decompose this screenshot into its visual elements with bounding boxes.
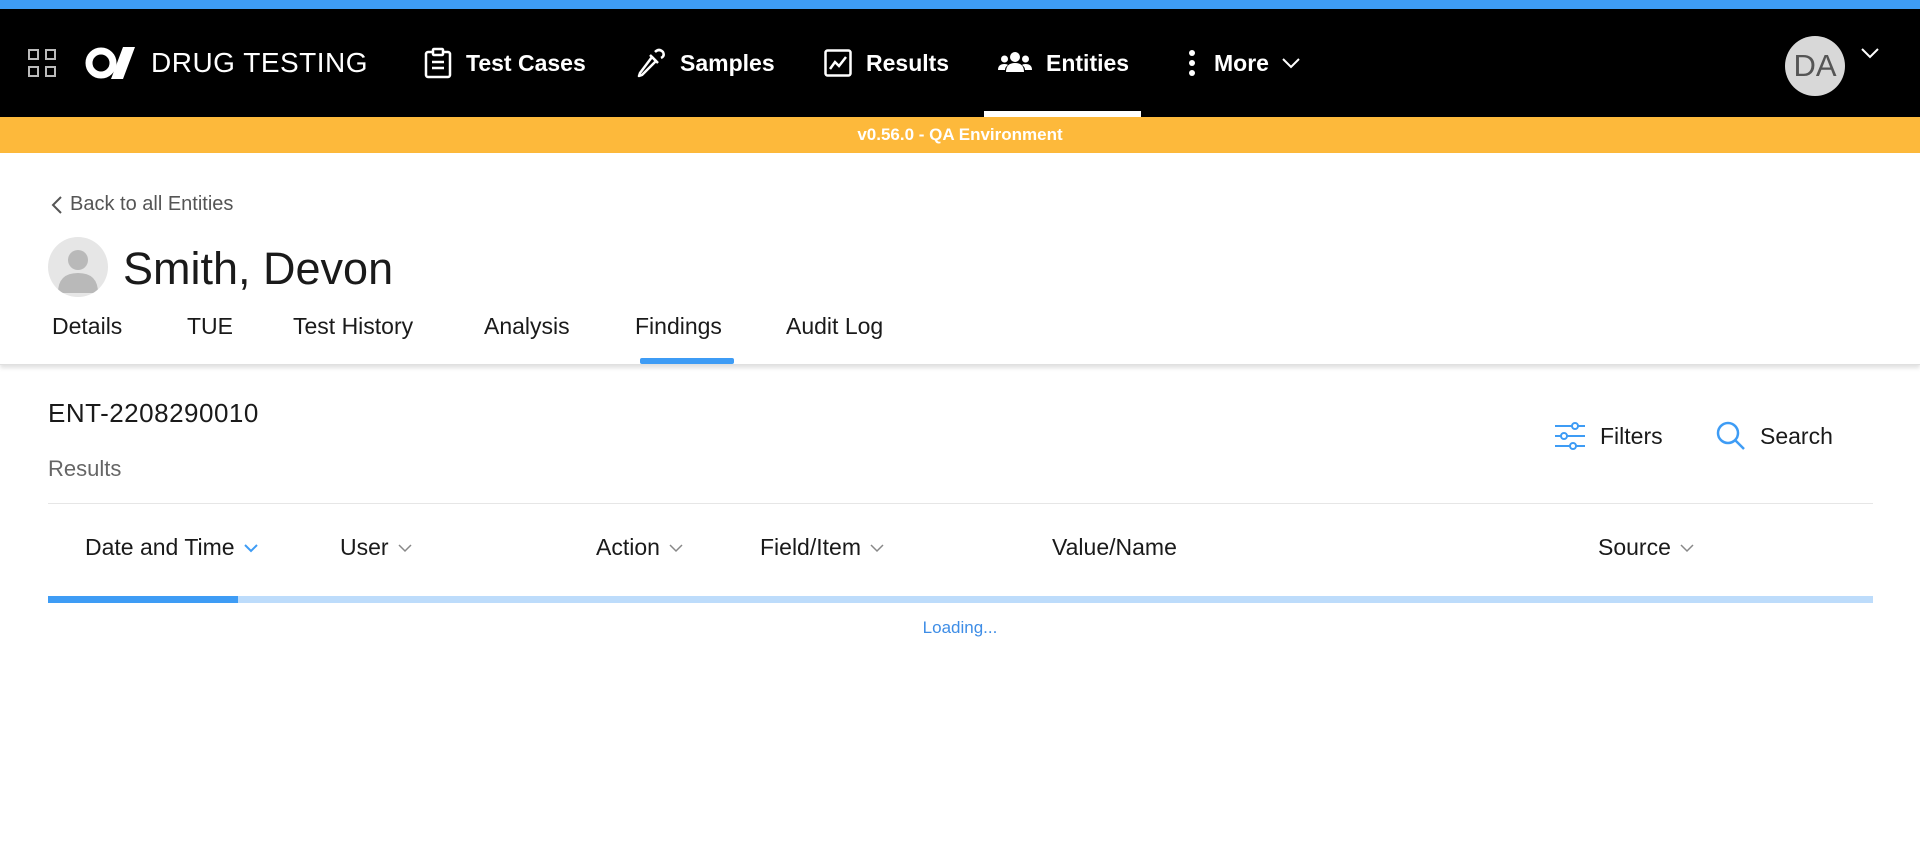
nav-label: More [1214, 49, 1269, 76]
logo-mark-icon [85, 47, 135, 79]
chevron-left-icon [51, 195, 62, 214]
tab-analysis[interactable]: Analysis [484, 313, 570, 340]
nav-label: Entities [1046, 49, 1130, 76]
filters-icon [1555, 422, 1585, 450]
pipette-icon [637, 48, 665, 78]
apps-grid-icon[interactable] [28, 49, 56, 77]
entity-name: Smith, Devon [123, 243, 394, 294]
nav-label: Results [866, 49, 950, 76]
clipboard-icon [424, 47, 452, 79]
sort-chevron-icon [398, 543, 412, 552]
chevron-down-icon [1282, 58, 1300, 69]
filters-label: Filters [1600, 422, 1663, 449]
tab-audit-log[interactable]: Audit Log [786, 313, 883, 340]
column-date-and-time[interactable]: Date and Time [85, 534, 259, 561]
nav-test-cases[interactable]: Test Cases [424, 9, 586, 117]
nav-label: Test Cases [466, 49, 586, 76]
sort-chevron-icon [1680, 543, 1694, 552]
loading-text: Loading... [922, 618, 998, 637]
search-icon [1716, 421, 1745, 450]
app-logo[interactable]: DRUG TESTING [85, 45, 368, 81]
entity-avatar [48, 237, 108, 297]
loading-progress-fill [48, 596, 238, 603]
column-field-item[interactable]: Field/Item [760, 534, 885, 561]
search-label: Search [1760, 422, 1833, 449]
person-icon [58, 250, 98, 293]
back-link[interactable]: Back to all Entities [50, 193, 233, 216]
tab-details[interactable]: Details [52, 313, 122, 340]
chevron-down-icon[interactable] [1860, 47, 1880, 59]
sort-chevron-icon [243, 543, 258, 552]
kebab-icon [1189, 50, 1195, 76]
results-label: Results [48, 456, 122, 481]
chart-line-icon [824, 49, 852, 77]
loading-progress-bar [48, 596, 1873, 603]
column-source[interactable]: Source [1598, 534, 1695, 561]
table-top-divider [48, 503, 1873, 504]
nav-more[interactable]: More [1188, 9, 1301, 117]
nav-samples[interactable]: Samples [634, 9, 775, 117]
app-title: DRUG TESTING [151, 47, 369, 78]
users-icon [998, 52, 1032, 72]
column-user[interactable]: User [340, 534, 413, 561]
nav-label: Samples [680, 49, 775, 76]
column-value-name: Value/Name [1052, 534, 1177, 560]
environment-banner: v0.56.0 - QA Environment [0, 117, 1920, 153]
entity-header: Back to all Entities Smith, Devon Detail… [0, 153, 1920, 365]
search-button[interactable]: Search [1716, 418, 1833, 454]
entity-id: ENT-2208290010 [48, 398, 259, 428]
tab-tue[interactable]: TUE [187, 313, 233, 340]
user-avatar[interactable]: DA [1785, 36, 1845, 96]
back-link-label: Back to all Entities [70, 193, 234, 215]
tab-test-history[interactable]: Test History [293, 313, 413, 340]
sort-chevron-icon [669, 543, 683, 552]
tab-findings[interactable]: Findings [635, 313, 722, 340]
filters-button[interactable]: Filters [1554, 418, 1663, 454]
sort-chevron-icon [870, 543, 884, 552]
nav-entities[interactable]: Entities [983, 9, 1142, 117]
active-tab-indicator [640, 358, 734, 364]
nav-results[interactable]: Results [824, 9, 949, 117]
top-accent-strip [0, 0, 1920, 9]
top-navbar: DRUG TESTING Test Cases Samples Results [0, 9, 1920, 117]
column-action[interactable]: Action [596, 534, 684, 561]
